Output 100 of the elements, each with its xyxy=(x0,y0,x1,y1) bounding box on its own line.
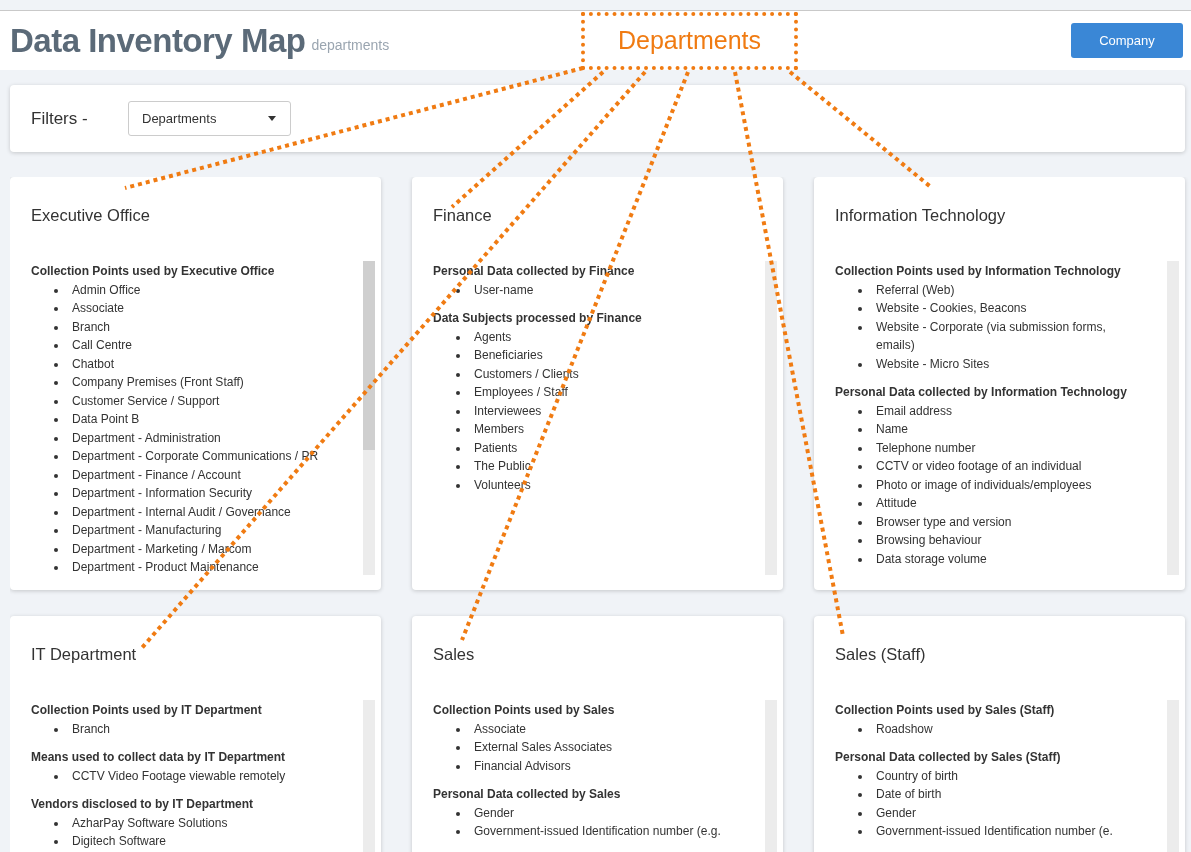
bullet-icon xyxy=(456,764,460,769)
bullet-icon xyxy=(858,483,862,488)
section-heading: Personal Data collected by Sales xyxy=(433,786,622,803)
bullet-icon xyxy=(456,446,460,451)
section-heading: Collection Points used by Executive Office xyxy=(31,263,276,280)
list-item: CCTV Video Footage viewable remotely xyxy=(72,767,286,785)
bullet-icon xyxy=(54,344,58,348)
bullet-icon xyxy=(858,362,862,367)
callout-box: Departments xyxy=(581,12,798,70)
section-heading: Personal Data collected by Finance xyxy=(433,263,636,280)
list-item: Members xyxy=(474,421,524,438)
list-item: Data storage volume xyxy=(876,550,987,568)
bullet-icon xyxy=(54,774,58,779)
list-item: Government-issued Identification number (e.g. xyxy=(474,823,721,840)
list-item: Country of birth xyxy=(876,767,959,785)
bullet-icon xyxy=(456,428,460,432)
bullet-icon xyxy=(54,381,58,385)
bullet-icon xyxy=(456,830,460,834)
section-heading: Collection Points used by Information Technology xyxy=(835,263,1122,280)
list-item: Browsing behaviour xyxy=(876,532,982,549)
list-item: Department - Product Maintenance xyxy=(72,559,259,575)
bullet-icon xyxy=(54,821,58,826)
bullet-icon xyxy=(456,811,460,816)
list-item: Department - Internal Audit / Governance xyxy=(72,503,291,521)
list-item: Photo or image of individuals/employees xyxy=(876,476,1092,494)
bullet-icon xyxy=(54,547,58,552)
list-item: Department - Administration xyxy=(72,429,221,447)
list-item: Telephone number xyxy=(876,439,976,457)
bullet-icon xyxy=(456,335,460,340)
bullet-icon xyxy=(858,727,862,732)
bullet-icon xyxy=(858,428,862,432)
page-title: Data Inventory Map xyxy=(10,20,306,61)
list-item: CCTV or video footage of an individual xyxy=(876,458,1082,475)
list-item: Department - Information Security xyxy=(72,485,253,502)
list-item: Email address xyxy=(876,402,953,420)
bullet-icon xyxy=(858,325,862,330)
bullet-icon xyxy=(858,288,862,293)
bullet-icon xyxy=(54,566,58,570)
list-item: Roadshow xyxy=(876,720,933,738)
bullet-icon xyxy=(858,502,862,506)
list-item: Department - Manufacturing xyxy=(72,522,222,539)
company-button[interactable]: Company xyxy=(1071,23,1183,58)
bullet-icon xyxy=(456,746,460,750)
section-heading: Vendors disclosed to by IT Department xyxy=(31,796,255,813)
bullet-icon xyxy=(456,354,460,358)
bullet-icon xyxy=(456,288,460,293)
bullet-icon xyxy=(858,811,862,816)
list-item: Admin Office xyxy=(72,281,141,299)
list-item: Referral (Web) xyxy=(876,281,955,299)
bullet-icon xyxy=(54,288,58,293)
card-title: Sales xyxy=(433,644,476,664)
section-heading: Personal Data collected by Sales (Staff) xyxy=(835,749,1062,766)
bullet-icon xyxy=(858,793,862,797)
list-item: Digitech Software xyxy=(72,833,167,850)
bullet-icon xyxy=(858,557,862,562)
list-item: Call Centre xyxy=(72,337,133,354)
list-item: Department - Finance / Account xyxy=(72,466,241,484)
bullet-icon xyxy=(54,399,58,404)
department-dropdown[interactable]: Departments xyxy=(128,101,291,136)
list-item: Beneficiaries xyxy=(474,347,543,364)
list-item: Browser type and version xyxy=(876,513,1012,531)
bullet-icon xyxy=(456,409,460,414)
list-item: Name xyxy=(876,421,908,438)
list-item: Department - Marketing / Marcom xyxy=(72,540,252,558)
bullet-icon xyxy=(54,727,58,732)
page-subtitle: departments xyxy=(311,36,390,55)
list-item: Website - Cookies, Beacons xyxy=(876,300,1027,317)
list-item: Associate xyxy=(72,300,125,317)
list-item: Company Premises (Front Staff) xyxy=(72,374,244,391)
list-item: Website - Corporate (via submission forms, emails) xyxy=(876,318,1107,354)
bullet-icon xyxy=(54,529,58,533)
card-title: Sales (Staff) xyxy=(835,644,927,664)
list-item: Branch xyxy=(72,720,111,738)
card-title: Executive Office xyxy=(31,205,151,225)
bullet-icon xyxy=(54,473,58,478)
list-item: Date of birth xyxy=(876,786,942,803)
list-item: Associate xyxy=(474,720,527,738)
list-item: Data Point B xyxy=(72,411,140,428)
section-heading: Collection Points used by Sales (Staff) xyxy=(835,702,1056,719)
bullet-icon xyxy=(54,436,58,441)
bullet-icon xyxy=(54,455,58,459)
bullet-icon xyxy=(858,520,862,525)
bullet-icon xyxy=(54,325,58,330)
bullet-icon xyxy=(54,840,58,844)
list-item: Website - Micro Sites xyxy=(876,355,990,373)
bullet-icon xyxy=(858,539,862,543)
list-item: Volunteers xyxy=(474,476,531,494)
bullet-icon xyxy=(54,418,58,422)
section-heading: Means used to collect data by IT Department xyxy=(31,749,287,766)
list-item: The Public xyxy=(474,458,531,475)
bullet-icon xyxy=(858,446,862,451)
card-title: Information Technology xyxy=(835,205,1007,225)
list-item: Government-issued Identification number (e. xyxy=(876,823,1113,840)
list-item: Branch xyxy=(72,318,111,336)
list-item: Patients xyxy=(474,439,518,457)
bullet-icon xyxy=(858,307,862,311)
bullet-icon xyxy=(456,727,460,732)
section-heading: Personal Data collected by Information Technology xyxy=(835,384,1128,401)
list-item: Chatbot xyxy=(72,355,115,373)
list-item: Gender xyxy=(876,804,917,822)
